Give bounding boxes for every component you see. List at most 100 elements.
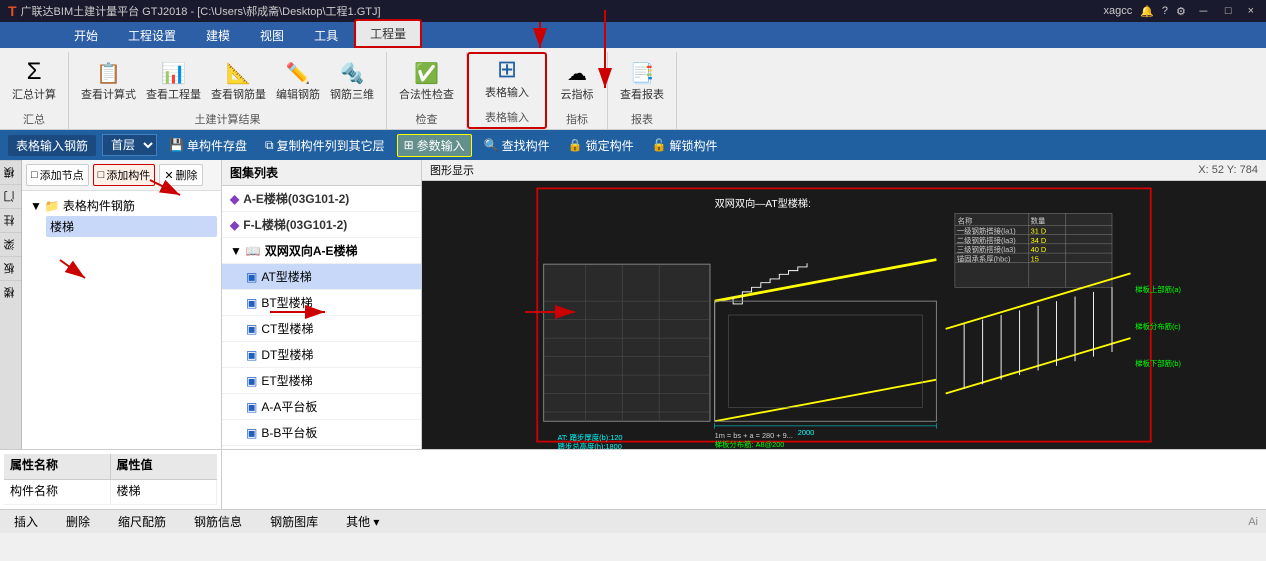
- cloud-index-btn[interactable]: ☁ 云指标: [555, 61, 599, 105]
- tab-tools[interactable]: 工具: [300, 23, 352, 48]
- diagram-item-aa[interactable]: ▣ A-A平台板: [222, 394, 421, 420]
- unlock-component-label: 解锁构件: [670, 137, 718, 154]
- 3d-icon: 🔩: [340, 64, 365, 84]
- props-tree-area: 属性名称 属性值 构件名称 楼梯: [0, 450, 222, 509]
- ribbon-group-civil: 📋 查看计算式 📊 查看工程量 📐 查看钢筋量 ✏️ 编辑钢筋 🔩 钢筋三维 土…: [69, 52, 387, 129]
- svg-text:名称: 名称: [958, 217, 973, 226]
- edit-steel-btn[interactable]: ✏️ 编辑钢筋: [272, 61, 324, 105]
- svg-text:双网双向—AT型楼梯:: 双网双向—AT型楼梯:: [715, 197, 811, 210]
- bottom-other-btn[interactable]: 其他 ▾: [340, 512, 385, 531]
- title-bar-right: xagcc 🔔 ? ⚙ － □ ×: [1103, 3, 1258, 19]
- check-group-label: 检查: [416, 109, 438, 129]
- floor-select[interactable]: 首层 二层 三层: [102, 134, 157, 156]
- diagram-item-ae[interactable]: ◆ A-E楼梯(03G101-2): [222, 186, 421, 212]
- diagram-item-dual-ae[interactable]: ▼ 📖 双网双向A-E楼梯: [222, 238, 421, 264]
- tab-quantity[interactable]: 工程量: [354, 19, 422, 48]
- tree-node-root[interactable]: ▼ 📁 表格构件钢筋: [26, 195, 217, 216]
- unlock-component-btn[interactable]: 🔓 解锁构件: [646, 135, 724, 156]
- at-icon: ▣: [246, 270, 257, 284]
- report-buttons: 📑 查看报表: [616, 52, 668, 109]
- save-component-btn[interactable]: 💾 单构件存盘: [163, 135, 253, 156]
- delete-btn[interactable]: ✕ 删除: [159, 164, 202, 186]
- index-group-label: 指标: [566, 109, 588, 129]
- title-bar: T 广联达BIM土建计量平台 GTJ2018 - [C:\Users\郝成斋\D…: [0, 0, 1266, 22]
- sidebar-item-zhu[interactable]: 柱: [0, 208, 21, 232]
- view-report-btn[interactable]: 📑 查看报表: [616, 61, 668, 105]
- diagram-item-bb[interactable]: ▣ B-B平台板: [222, 420, 421, 446]
- diagram-item-at[interactable]: ▣ AT型楼梯: [222, 264, 421, 290]
- delete-label-bottom: 删除: [66, 513, 90, 530]
- app-logo: T: [8, 3, 17, 19]
- diagram-item-fl[interactable]: ◆ F-L楼梯(03G101-2): [222, 212, 421, 238]
- fl-label: F-L楼梯(03G101-2): [243, 216, 347, 233]
- tab-start[interactable]: 开始: [60, 23, 112, 48]
- check-project-btn[interactable]: 📊 查看工程量: [142, 61, 205, 105]
- total-buttons: Σ 汇总计算: [8, 52, 60, 109]
- tab-modeling[interactable]: 建模: [192, 23, 244, 48]
- svg-text:数量: 数量: [1031, 217, 1046, 226]
- unlock-icon: 🔓: [652, 138, 667, 152]
- notify-icon: 🔔: [1140, 5, 1154, 18]
- table-input-btn[interactable]: ⊞ 表格输入: [481, 55, 533, 103]
- props-row1-value: 楼梯: [111, 480, 218, 506]
- steel-info-label: 钢筋信息: [194, 513, 242, 530]
- insert-label: 插入: [14, 513, 38, 530]
- title-bar-left: T 广联达BIM土建计量平台 GTJ2018 - [C:\Users\郝成斋\D…: [8, 3, 381, 19]
- diagram-item-et[interactable]: ▣ ET型楼梯: [222, 368, 421, 394]
- svg-text:31 D: 31 D: [1031, 227, 1047, 236]
- maximize-btn[interactable]: □: [1221, 5, 1236, 17]
- add-node-btn[interactable]: □ 添加节点: [26, 164, 89, 186]
- bottom-scale-btn[interactable]: 缩尺配筋: [112, 512, 172, 531]
- total-calc-btn[interactable]: Σ 汇总计算: [8, 57, 60, 105]
- quality-check-btn[interactable]: ✅ 合法性检查: [395, 61, 458, 105]
- bottom-steel-info-btn[interactable]: 钢筋信息: [188, 512, 248, 531]
- param-input-btn[interactable]: ⊞ 参数输入: [397, 134, 472, 157]
- diagram-display-title: 图形显示: [430, 162, 474, 178]
- diagram-item-dt[interactable]: ▣ DT型楼梯: [222, 342, 421, 368]
- diagram-item-dual-fl[interactable]: ◆ 双网双向F-L楼梯: [222, 446, 421, 449]
- dt-label: DT型楼梯: [261, 346, 313, 363]
- svg-text:三级钢筋搭接(la3): 三级钢筋搭接(la3): [957, 245, 1016, 254]
- sidebar-item-liang[interactable]: 梁: [0, 232, 21, 256]
- minimize-btn[interactable]: －: [1194, 3, 1213, 19]
- svg-text:梯板下部筋(b): 梯板下部筋(b): [1135, 359, 1181, 368]
- steel-3d-btn[interactable]: 🔩 钢筋三维: [326, 61, 378, 105]
- page-info: Ai: [1248, 516, 1258, 528]
- bottom-steel-lib-btn[interactable]: 钢筋图库: [264, 512, 324, 531]
- sidebar-item-men[interactable]: 门: [0, 184, 21, 208]
- check-icon: ✅: [414, 64, 439, 84]
- civil-buttons: 📋 查看计算式 📊 查看工程量 📐 查看钢筋量 ✏️ 编辑钢筋 🔩 钢筋三维: [77, 52, 378, 109]
- add-component-btn[interactable]: □ 添加构件: [93, 164, 156, 186]
- sidebar-item-lou[interactable]: 楼: [0, 280, 21, 304]
- bottom-delete-btn[interactable]: 删除: [60, 512, 96, 531]
- check-formula-btn[interactable]: 📋 查看计算式: [77, 61, 140, 105]
- save-component-label: 单构件存盘: [187, 137, 247, 154]
- tab-project-settings[interactable]: 工程设置: [114, 23, 190, 48]
- find-icon: 🔍: [484, 138, 499, 152]
- ribbon-group-check: ✅ 合法性检查 检查: [387, 52, 467, 129]
- tree-node-stair[interactable]: 楼梯: [46, 216, 217, 237]
- svg-text:40 D: 40 D: [1031, 245, 1047, 254]
- check-steel-btn[interactable]: 📐 查看钢筋量: [207, 61, 270, 105]
- close-btn[interactable]: ×: [1244, 5, 1258, 17]
- settings-icon: ⚙: [1176, 5, 1186, 18]
- report-icon: 📑: [630, 64, 655, 84]
- props-row1-name: 构件名称: [4, 480, 111, 506]
- copy-component-btn[interactable]: ⧉ 复制构件列到其它层: [259, 135, 391, 156]
- diagram-item-ct[interactable]: ▣ CT型楼梯: [222, 316, 421, 342]
- aa-icon: ▣: [246, 400, 257, 414]
- diagram-item-bt[interactable]: ▣ BT型楼梯: [222, 290, 421, 316]
- sidebar-item-mo[interactable]: 模: [0, 160, 21, 184]
- add-node-icon: □: [31, 169, 38, 181]
- aa-label: A-A平台板: [261, 398, 317, 415]
- bottom-insert-btn[interactable]: 插入: [8, 512, 44, 531]
- tree-panel: □ 添加节点 □ 添加构件 ✕ 删除 ▼ 📁 表格构件钢筋 楼梯: [22, 160, 222, 449]
- lock-component-btn[interactable]: 🔒 锁定构件: [562, 135, 640, 156]
- civil-group-label: 土建计算结果: [195, 109, 261, 129]
- find-component-btn[interactable]: 🔍 查找构件: [478, 135, 556, 156]
- tab-view[interactable]: 视图: [246, 23, 298, 48]
- props-empty: [222, 450, 1266, 509]
- dual-ae-icon: 📖: [246, 244, 261, 258]
- bt-icon: ▣: [246, 296, 257, 310]
- sidebar-item-ban[interactable]: 板: [0, 256, 21, 280]
